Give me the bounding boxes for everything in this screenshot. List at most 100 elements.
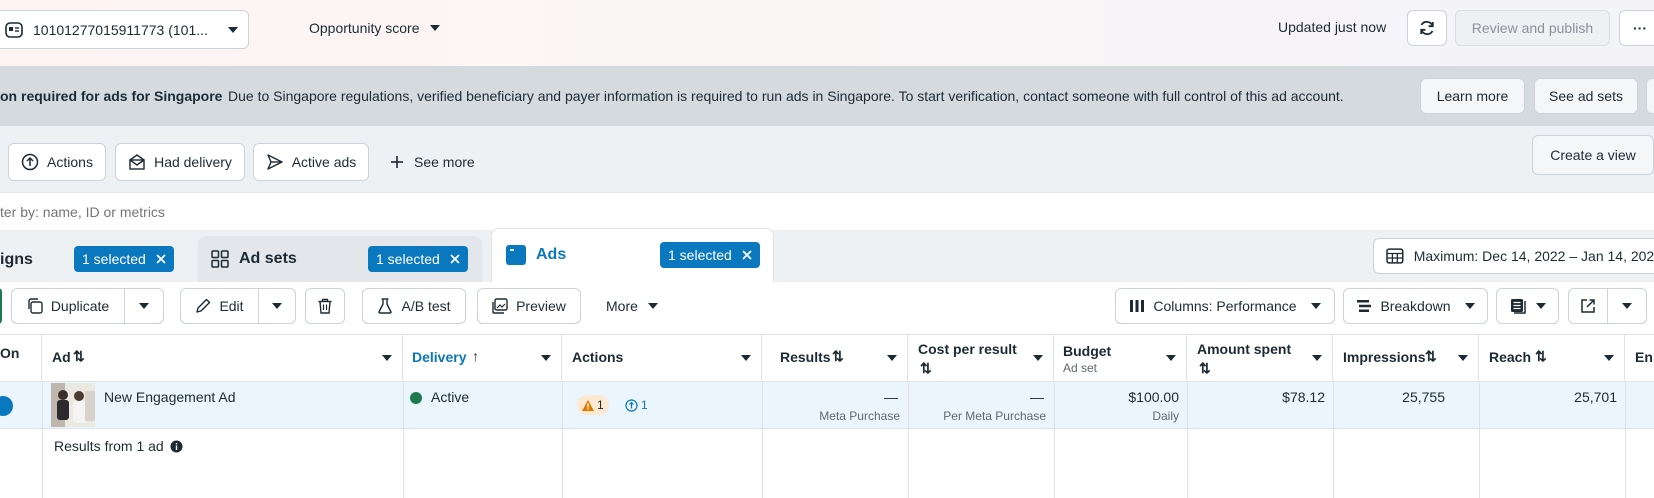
ad-toggle[interactable]	[0, 396, 13, 416]
export-dropdown-button[interactable]	[1607, 288, 1647, 324]
chevron-down-icon[interactable]	[1312, 355, 1322, 361]
delete-button[interactable]	[305, 288, 345, 324]
column-header-actions[interactable]: Actions	[562, 335, 762, 382]
export-button[interactable]	[1568, 288, 1608, 324]
updated-status: Updated just now	[1278, 19, 1387, 35]
close-icon[interactable]	[156, 254, 166, 264]
tab-adsets[interactable]: Ad sets 1 selected	[198, 236, 482, 282]
create-view-button[interactable]: Create a view	[1532, 135, 1654, 175]
column-header-ends[interactable]: En	[1625, 335, 1654, 382]
actions-filter-button[interactable]: Actions	[8, 143, 106, 181]
cost-per-result-value: —	[1030, 389, 1044, 405]
breakdown-dropdown-button[interactable]: Breakdown	[1343, 288, 1488, 324]
column-header-budget[interactable]: Budget Ad set	[1054, 335, 1187, 382]
info-icon[interactable]	[170, 440, 183, 453]
column-header-delivery[interactable]: Delivery ↑	[403, 335, 562, 382]
close-icon[interactable]	[742, 250, 752, 260]
columns-dropdown-button[interactable]: Columns: Performance	[1115, 288, 1335, 324]
header-delivery-label: Delivery	[412, 349, 467, 365]
actions-badge[interactable]: 1	[620, 395, 653, 415]
sort-icon[interactable]: ⇅	[73, 348, 85, 365]
ab-test-label: A/B test	[401, 298, 451, 314]
edit-dropdown-button[interactable]	[258, 288, 296, 324]
table-row[interactable]: New Engagement Ad Active 1 1 — Meta Purc…	[0, 382, 1654, 429]
ads-table: On Ad ⇅ Delivery ↑ Actions Results ⇅ Cos…	[0, 334, 1654, 498]
create-button-edge[interactable]	[0, 288, 2, 324]
sort-icon[interactable]: ⇅	[1199, 360, 1211, 377]
tab-adsets-label: Ad sets	[239, 250, 297, 267]
column-header-cost-per-result[interactable]: Cost per result ⇅	[908, 335, 1054, 382]
actions-circle-arrow-icon	[21, 153, 39, 171]
tab-campaigns[interactable]: igns 1 selected	[0, 236, 190, 282]
level-tabs: igns 1 selected Ad sets 1 selected Ads 1…	[0, 228, 1654, 282]
column-header-impressions[interactable]: Impressions ⇅	[1333, 335, 1479, 382]
header-impressions-label: Impressions	[1343, 349, 1426, 365]
chevron-down-icon[interactable]	[382, 355, 392, 361]
warnings-badge[interactable]: 1	[577, 395, 609, 415]
tab-ads[interactable]: Ads 1 selected	[491, 228, 774, 282]
ads-selected-pill[interactable]: 1 selected	[660, 242, 760, 268]
sort-icon[interactable]: ⇅	[1425, 348, 1437, 365]
ad-thumbnail[interactable]	[51, 383, 95, 427]
sort-ascending-icon[interactable]: ↑	[472, 348, 479, 364]
actions-circle-arrow-icon	[625, 398, 638, 412]
column-header-on[interactable]: On	[0, 335, 42, 382]
duplicate-dropdown-button[interactable]	[124, 288, 164, 324]
column-header-reach[interactable]: Reach ⇅	[1479, 335, 1625, 382]
chevron-down-icon[interactable]	[1458, 355, 1468, 361]
chevron-down-icon	[1622, 303, 1632, 309]
column-header-results[interactable]: Results ⇅	[762, 335, 908, 382]
see-ad-sets-button[interactable]: See ad sets	[1534, 78, 1638, 114]
ad-thumbnail-image	[51, 383, 95, 427]
refresh-icon	[1420, 20, 1434, 36]
duplicate-button[interactable]: Duplicate	[11, 288, 125, 324]
sort-icon[interactable]: ⇅	[1535, 348, 1547, 365]
delivery-status-dot	[410, 392, 422, 404]
column-header-ad[interactable]: Ad ⇅	[42, 335, 403, 382]
chevron-down-icon[interactable]	[541, 355, 551, 361]
more-actions-dropdown[interactable]: More	[606, 298, 658, 314]
flask-icon	[378, 298, 393, 314]
chevron-down-icon[interactable]	[1033, 355, 1043, 361]
see-more-filters-button[interactable]: See more	[390, 154, 475, 170]
more-dots-icon: ···	[1633, 20, 1647, 36]
header-budget-label: Budget	[1063, 343, 1112, 359]
external-link-icon	[1581, 299, 1595, 313]
column-divider	[1187, 382, 1188, 498]
ab-test-button[interactable]: A/B test	[362, 288, 466, 324]
chevron-down-icon[interactable]	[1166, 355, 1176, 361]
date-range-button[interactable]: Maximum: Dec 14, 2022 – Jan 14, 2026	[1373, 238, 1654, 274]
banner-extra-button[interactable]	[1646, 78, 1654, 114]
chevron-down-icon[interactable]	[887, 355, 897, 361]
warning-triangle-icon	[582, 399, 594, 411]
adsets-selected-pill[interactable]: 1 selected	[368, 246, 468, 272]
review-publish-button[interactable]: Review and publish	[1455, 10, 1610, 46]
ad-name[interactable]: New Engagement Ad	[104, 389, 236, 405]
search-input[interactable]	[0, 193, 1654, 230]
opportunity-score-dropdown[interactable]: Opportunity score	[309, 20, 440, 36]
budget-value[interactable]: $100.00	[1128, 389, 1179, 405]
learn-more-button[interactable]: Learn more	[1420, 78, 1525, 114]
preview-button[interactable]: Preview	[477, 288, 581, 324]
chevron-down-icon[interactable]	[1604, 355, 1614, 361]
had-delivery-filter-button[interactable]: Had delivery	[115, 143, 245, 181]
header-ad-label: Ad	[52, 349, 71, 365]
sort-icon[interactable]: ⇅	[920, 360, 932, 377]
more-options-button[interactable]: ···	[1619, 10, 1654, 46]
sort-icon[interactable]: ⇅	[832, 348, 844, 365]
campaigns-selected-pill[interactable]: 1 selected	[74, 246, 174, 272]
reports-dropdown-button[interactable]	[1496, 288, 1559, 324]
duplicate-icon	[28, 298, 43, 314]
column-divider	[762, 382, 763, 498]
refresh-button[interactable]	[1407, 10, 1447, 46]
column-header-amount-spent[interactable]: Amount spent ⇅	[1187, 335, 1333, 382]
banner-title: on required for ads for Singapore	[0, 88, 223, 104]
header-ends-label: En	[1635, 349, 1653, 365]
edit-button[interactable]: Edit	[180, 288, 259, 324]
close-icon[interactable]	[450, 254, 460, 264]
account-selector[interactable]: 10101277015911773 (101...	[0, 10, 249, 49]
chevron-down-icon	[1464, 303, 1475, 309]
trash-icon	[318, 298, 332, 314]
chevron-down-icon[interactable]	[741, 355, 751, 361]
active-ads-filter-button[interactable]: Active ads	[253, 143, 369, 181]
